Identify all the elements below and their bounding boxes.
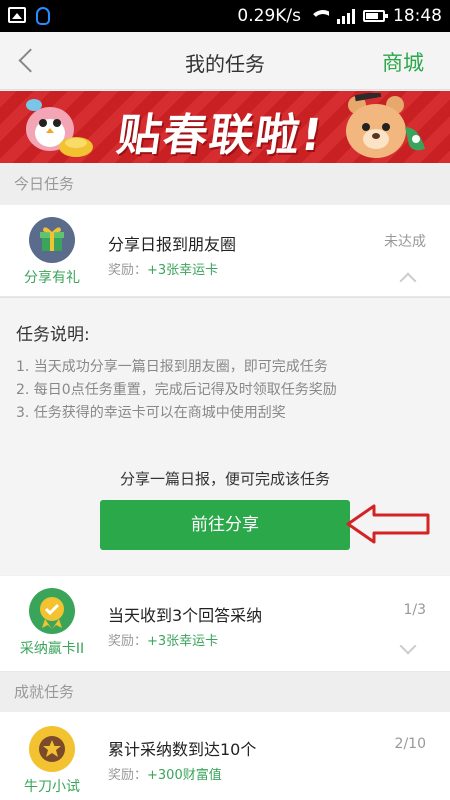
reward-value: +3张幸运卡 (147, 634, 219, 649)
task-item-share[interactable]: 分享有礼 分享日报到朋友圈 奖励：+3张幸运卡 未达成 (0, 205, 450, 297)
image-notification-icon (8, 7, 26, 23)
reward-value: +300财富值 (147, 768, 222, 783)
bird-mascot-icon (26, 99, 93, 157)
promo-banner[interactable]: 贴春联啦! (0, 91, 450, 163)
badge-label: 分享有礼 (24, 270, 80, 286)
collapse-chevron-icon[interactable] (399, 272, 417, 290)
section-achievement-label: 成就任务 (0, 672, 450, 712)
qq-notification-icon (36, 7, 50, 25)
share-hint: 分享一篇日报，便可完成该任务 (119, 470, 330, 488)
description-item: 1. 当天成功分享一篇日报到朋友圈，即可完成任务 (16, 359, 328, 375)
bronze-medal-icon (29, 726, 75, 772)
task-status: 1/3 (403, 602, 426, 618)
wifi-icon (309, 8, 329, 24)
task-title: 累计采纳数到达10个 (108, 740, 257, 759)
medal-icon (29, 588, 75, 634)
mall-link[interactable]: 商城 (382, 47, 424, 77)
reward-value: +3张幸运卡 (147, 263, 219, 278)
banner-text: 贴春联啦! (113, 110, 328, 161)
app-header: 我的任务 商城 (0, 32, 450, 90)
status-bar: 0.29K/s 18:48 (0, 0, 450, 32)
bear-mascot-icon (346, 93, 425, 158)
description-item: 2. 每日0点任务重置，完成后记得及时领取任务奖励 (16, 382, 337, 398)
task-badge: 牛刀小试 (14, 726, 90, 796)
network-speed: 0.29K/s (237, 6, 301, 26)
task-title: 分享日报到朋友圈 (108, 235, 237, 254)
description-item: 3. 任务获得的幸运卡可以在商城中使用刮奖 (16, 405, 286, 421)
task-badge: 采纳赢卡II (14, 588, 90, 658)
task-status: 2/10 (394, 736, 426, 752)
task-title: 当天收到3个回答采纳 (108, 606, 263, 625)
badge-label: 采纳赢卡II (19, 641, 85, 657)
signal-icon (337, 8, 355, 24)
clock: 18:48 (393, 6, 442, 26)
task-item-adopt[interactable]: 采纳赢卡II 当天收到3个回答采纳 奖励：+3张幸运卡 1/3 (0, 576, 450, 672)
section-today-label: 今日任务 (0, 164, 450, 204)
go-share-button[interactable]: 前往分享 (100, 500, 350, 550)
red-arrow-annotation (346, 504, 430, 544)
reward-prefix: 奖励： (108, 768, 148, 783)
task-reward: 奖励：+3张幸运卡 (108, 259, 218, 278)
task-reward: 奖励：+300财富值 (108, 764, 222, 783)
battery-icon (363, 10, 388, 22)
badge-label: 牛刀小试 (24, 779, 80, 795)
task-status: 未达成 (384, 234, 426, 250)
task-description-panel: 任务说明: 1. 当天成功分享一篇日报到朋友圈，即可完成任务 2. 每日0点任务… (0, 297, 450, 575)
expand-chevron-icon[interactable] (399, 637, 417, 655)
task-badge: 分享有礼 (14, 217, 90, 287)
description-title: 任务说明: (16, 325, 90, 345)
task-reward: 奖励：+3张幸运卡 (108, 630, 218, 649)
reward-prefix: 奖励： (108, 263, 148, 278)
description-list: 1. 当天成功分享一篇日报到朋友圈，即可完成任务 2. 每日0点任务重置，完成后… (16, 356, 337, 425)
gift-icon (29, 217, 75, 263)
task-item-accumulate[interactable]: 牛刀小试 累计采纳数到达10个 奖励：+300财富值 2/10 (0, 712, 450, 800)
reward-prefix: 奖励： (108, 634, 148, 649)
